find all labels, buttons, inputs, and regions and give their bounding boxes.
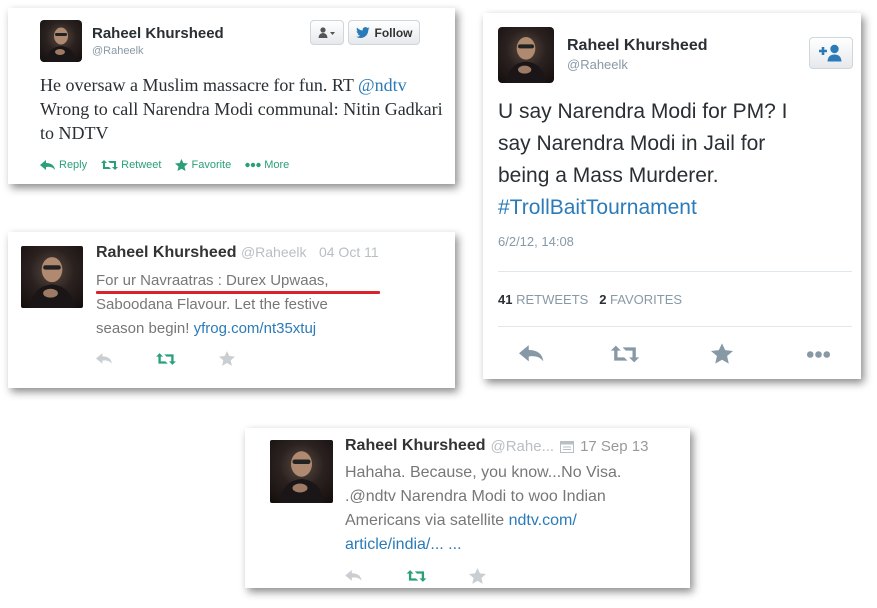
yfrog-link[interactable]: yfrog.com/nt35xtuj xyxy=(194,320,317,337)
follow-label: Follow xyxy=(374,25,413,40)
reply-icon[interactable] xyxy=(345,570,363,582)
tweet-date[interactable]: 17 Sep 13 xyxy=(580,438,648,455)
avatar[interactable] xyxy=(40,20,82,62)
avatar[interactable] xyxy=(498,27,554,83)
display-name[interactable]: Raheel Khursheed xyxy=(92,25,224,42)
display-name[interactable]: Raheel Khursheed xyxy=(345,437,485,455)
retweet-action[interactable]: Retweet xyxy=(101,159,161,171)
reply-icon[interactable] xyxy=(519,345,545,363)
divider xyxy=(498,326,852,327)
tweet-text: For ur Navraatras : Durex Upwaas, Sabood… xyxy=(96,272,329,337)
ndtv-link-continued[interactable]: article/india/... xyxy=(345,536,444,553)
display-name[interactable]: Raheel Khursheed xyxy=(567,37,707,55)
more-dots-icon[interactable] xyxy=(804,350,833,359)
person-dropdown-icon xyxy=(318,26,335,38)
stats-row: 41 RETWEETS 2 FAVORITES xyxy=(498,292,682,307)
red-underline xyxy=(96,291,380,294)
favorite-action[interactable]: Favorite xyxy=(175,159,231,171)
tweet-date[interactable]: 04 Oct 11 xyxy=(319,244,379,260)
follow-button[interactable]: Follow xyxy=(348,20,420,45)
user-handle[interactable]: @Raheelk xyxy=(567,57,628,72)
tweet-header: Raheel Khursheed @Raheelk 04 Oct 11 xyxy=(96,244,379,262)
retweet-icon[interactable] xyxy=(610,344,640,364)
retweet-icon xyxy=(101,160,119,170)
tweet-header: Raheel Khursheed @Rahe... 17 Sep 13 xyxy=(345,437,648,455)
timestamp[interactable]: 6/2/12, 14:08 xyxy=(498,234,574,249)
user-photo-icon xyxy=(46,27,76,62)
ndtv-link[interactable]: ndtv.com/ xyxy=(509,512,577,529)
user-photo-icon xyxy=(29,257,75,308)
star-icon xyxy=(175,159,189,171)
user-actions-button[interactable] xyxy=(310,20,344,45)
reply-icon xyxy=(40,159,55,170)
user-photo-icon xyxy=(506,37,546,83)
mention-link[interactable]: @ndtv xyxy=(358,75,407,95)
star-icon[interactable] xyxy=(219,351,235,366)
tweet-card-1: Raheel Khursheed @Raheelk Follow He over… xyxy=(8,8,455,184)
retweet-icon[interactable] xyxy=(156,352,176,366)
tweet-text: U say Narendra Modi for PM? I say Narend… xyxy=(498,96,858,224)
user-handle[interactable]: @Rahe... xyxy=(490,438,554,455)
retweet-icon[interactable] xyxy=(406,569,427,583)
user-handle[interactable]: @Raheelk xyxy=(92,45,144,57)
more-action[interactable]: More xyxy=(245,159,289,171)
tweet-text: Hahaha. Because, you know...No Visa. .@n… xyxy=(345,464,622,553)
hashtag-link[interactable]: #TrollBaitTournament xyxy=(498,192,858,224)
avatar[interactable] xyxy=(21,246,83,308)
add-user-icon xyxy=(819,44,842,62)
user-handle[interactable]: @Raheelk xyxy=(241,244,307,260)
follow-button[interactable] xyxy=(809,37,853,69)
user-photo-icon xyxy=(279,451,324,503)
reply-icon[interactable] xyxy=(96,353,113,365)
avatar[interactable] xyxy=(270,440,333,503)
divider xyxy=(498,271,852,272)
tweet-card-2: Raheel Khursheed @Raheelk U say Narendra… xyxy=(483,13,861,379)
calendar-icon xyxy=(560,440,575,453)
tweet-actions: Reply Retweet Favorite More xyxy=(40,159,289,171)
tweet-text: He oversaw a Muslim massacre for fun. RT… xyxy=(40,75,443,143)
retweets-stat[interactable]: 41 RETWEETS xyxy=(498,292,592,307)
more-dots-icon xyxy=(245,162,261,168)
twitter-bird-icon xyxy=(355,27,370,38)
reply-action[interactable]: Reply xyxy=(40,159,87,171)
tweet-card-4: Raheel Khursheed @Rahe... 17 Sep 13 Haha… xyxy=(245,428,690,588)
display-name[interactable]: Raheel Khursheed xyxy=(96,244,236,261)
star-icon[interactable] xyxy=(469,568,486,584)
tweet-card-3: Raheel Khursheed @Raheelk 04 Oct 11 For … xyxy=(8,232,455,388)
favorites-stat[interactable]: 2 FAVORITES xyxy=(599,292,682,307)
star-icon[interactable] xyxy=(711,343,733,364)
